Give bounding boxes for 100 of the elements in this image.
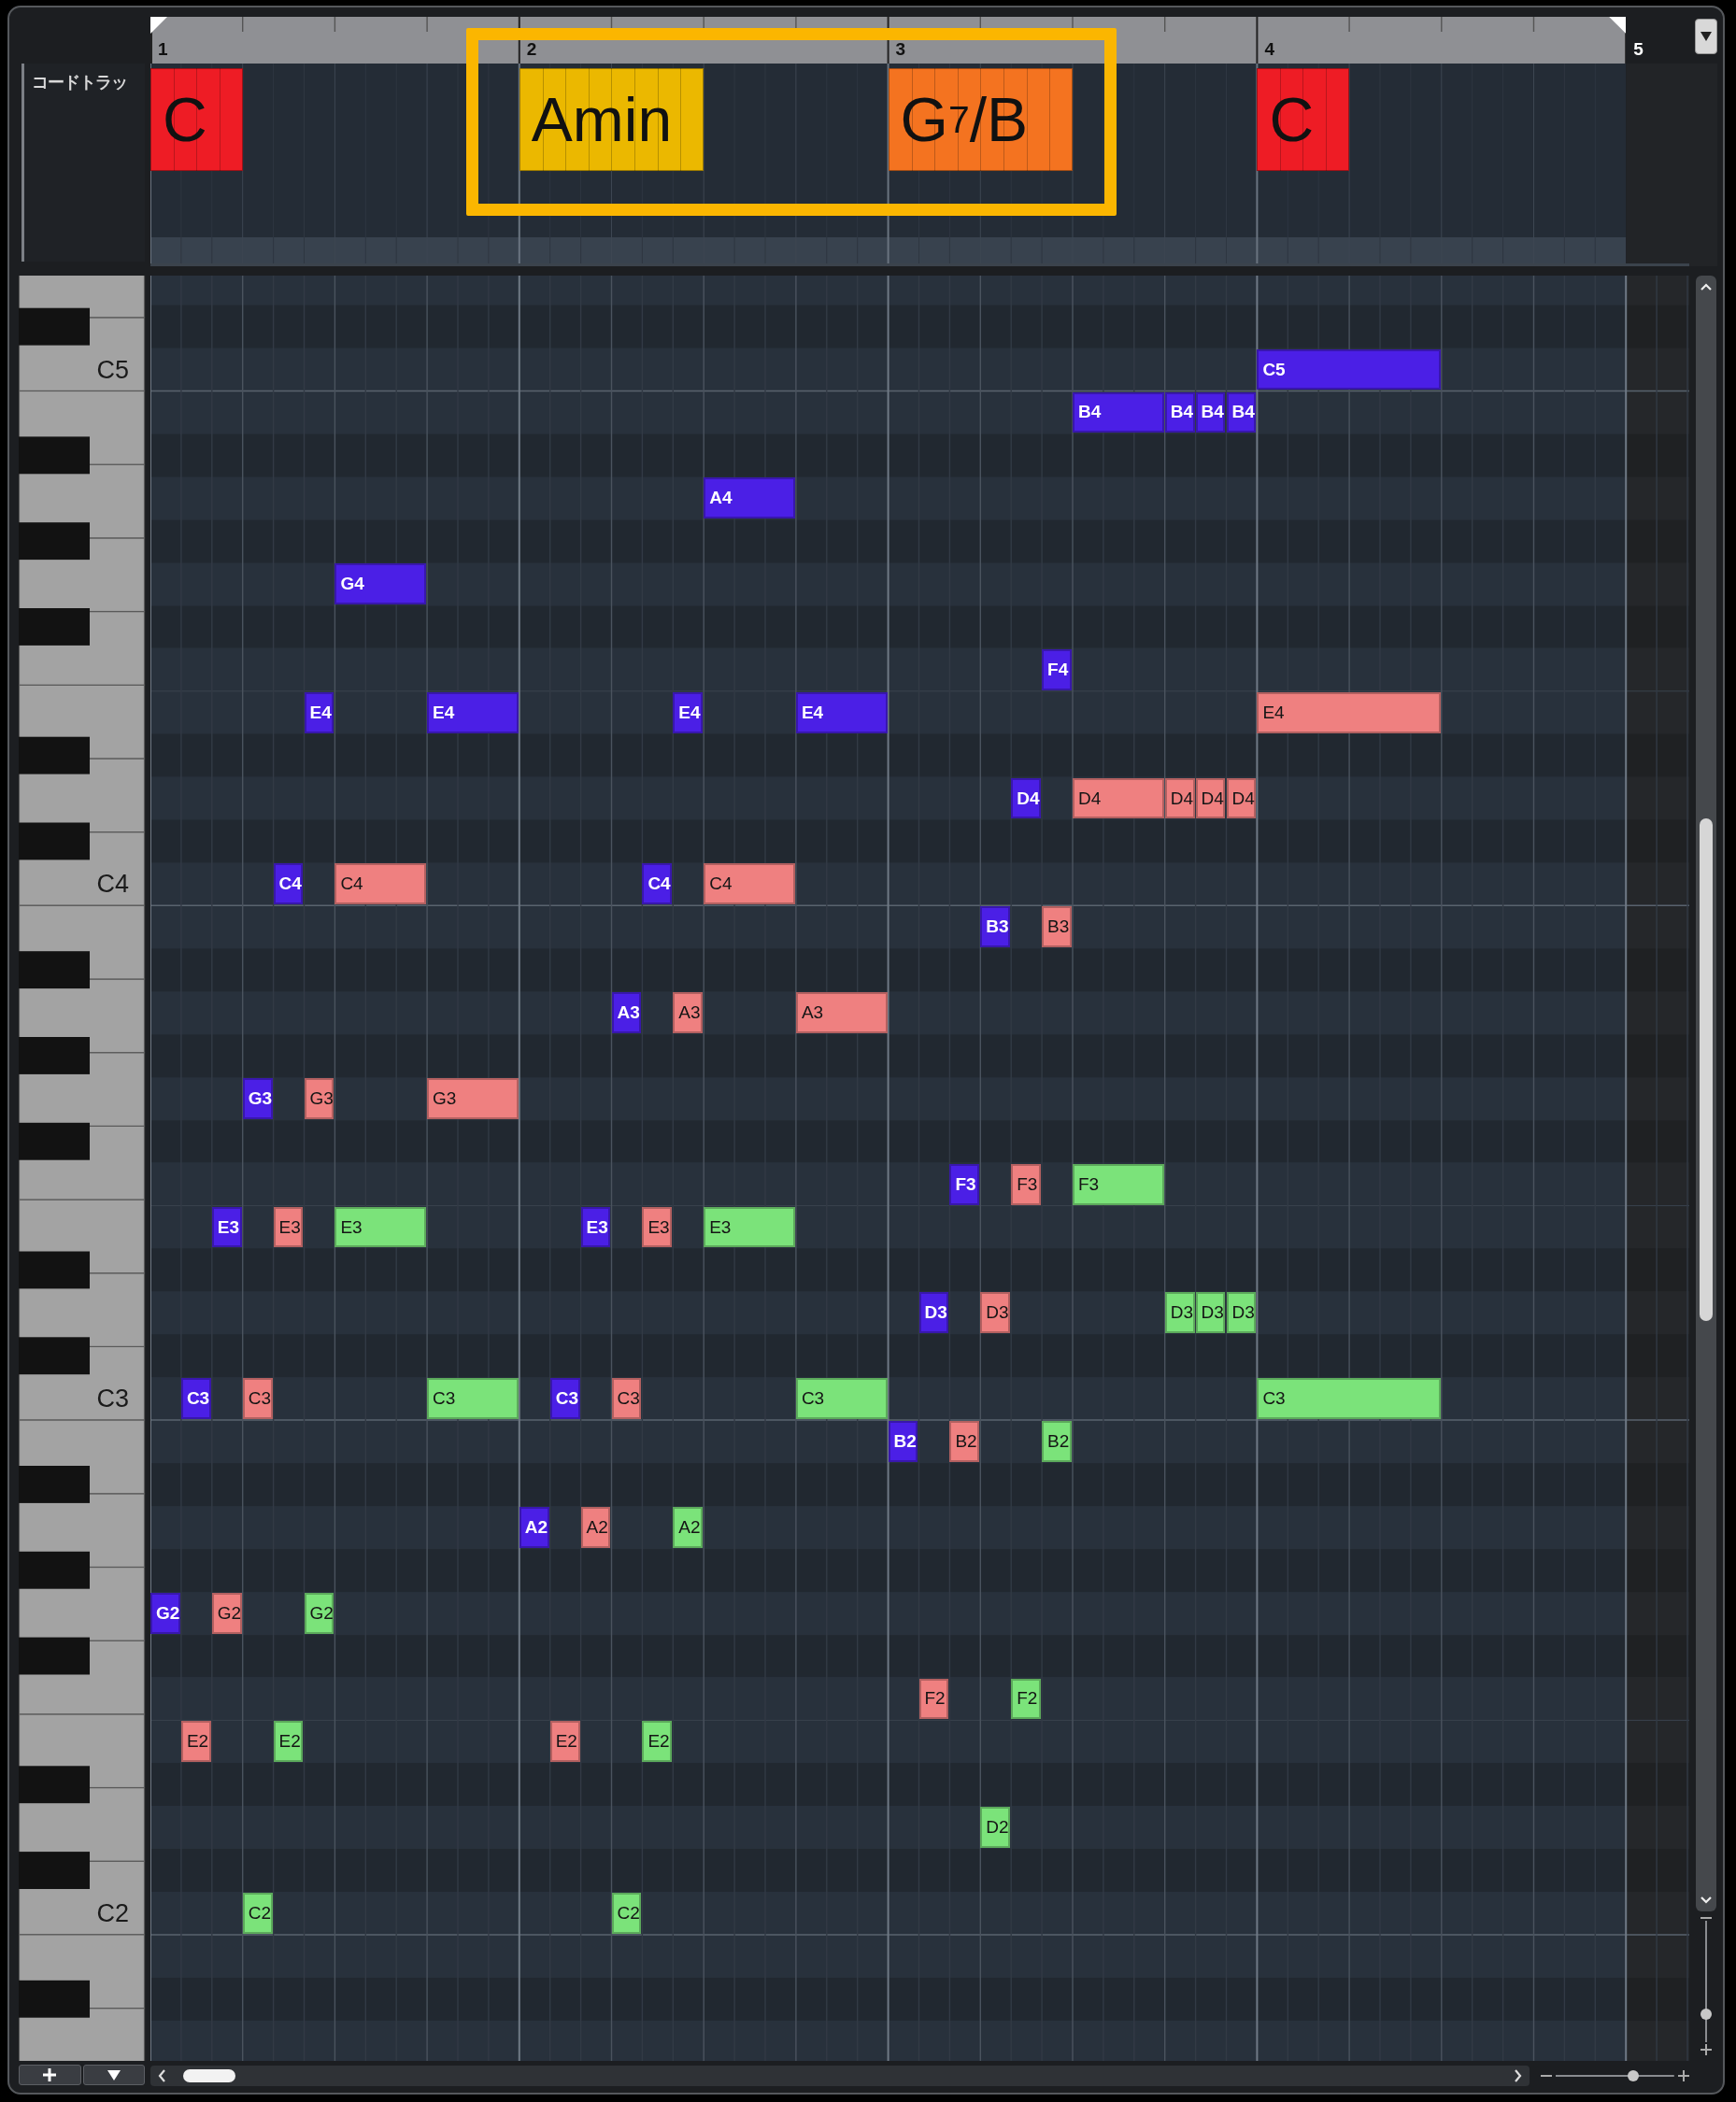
note-event[interactable]: B2 <box>1042 1421 1072 1462</box>
piano-keyboard[interactable]: C5 C4 C3 C2 <box>19 276 150 2061</box>
note-event[interactable]: C4 <box>704 863 795 905</box>
piano-key[interactable] <box>19 1980 90 2018</box>
note-event[interactable]: G3 <box>427 1077 519 1119</box>
chevron-up-icon[interactable] <box>1700 283 1712 291</box>
note-event[interactable]: A3 <box>611 992 642 1033</box>
piano-key[interactable] <box>19 1337 90 1375</box>
note-event[interactable]: B4 <box>1073 391 1164 433</box>
chord-event[interactable]: C <box>150 68 243 171</box>
note-event[interactable]: E2 <box>549 1721 580 1763</box>
chevron-down-icon[interactable] <box>1700 1896 1712 1904</box>
locator-marker[interactable] <box>1609 17 1627 34</box>
note-event[interactable]: B4 <box>1195 391 1226 433</box>
note-event[interactable]: E3 <box>273 1206 304 1248</box>
note-event[interactable]: F3 <box>949 1163 980 1205</box>
note-event[interactable]: C3 <box>611 1378 642 1420</box>
note-event[interactable]: F2 <box>1011 1678 1042 1720</box>
piano-key[interactable] <box>19 1122 90 1160</box>
note-event[interactable]: C3 <box>242 1378 273 1420</box>
note-event[interactable]: C2 <box>242 1893 273 1934</box>
note-event[interactable]: G4 <box>334 563 427 604</box>
note-event[interactable]: E3 <box>642 1206 673 1248</box>
scrollbar-thumb[interactable] <box>1700 818 1713 1321</box>
note-event[interactable]: E3 <box>580 1206 611 1248</box>
piano-key[interactable] <box>19 1251 90 1289</box>
vertical-scrollbar[interactable] <box>1696 276 1716 1911</box>
note-event[interactable]: B3 <box>1042 906 1072 948</box>
note-event[interactable]: F2 <box>918 1678 949 1720</box>
note-event[interactable]: A2 <box>519 1506 549 1548</box>
note-event[interactable]: C3 <box>795 1378 888 1420</box>
note-event[interactable]: C3 <box>1257 1378 1441 1420</box>
chevron-left-icon[interactable] <box>158 2069 166 2082</box>
chord-event[interactable]: C <box>1257 68 1350 171</box>
slider-thumb[interactable] <box>1627 2070 1639 2081</box>
note-event[interactable]: G2 <box>304 1592 334 1634</box>
note-event[interactable]: C4 <box>273 863 304 905</box>
note-event[interactable]: D4 <box>1073 777 1164 819</box>
note-event[interactable]: D3 <box>980 1292 1011 1334</box>
note-event[interactable]: A2 <box>673 1506 704 1548</box>
note-event[interactable]: D2 <box>980 1807 1011 1849</box>
note-event[interactable]: G2 <box>211 1592 242 1634</box>
note-event[interactable]: B2 <box>888 1421 918 1462</box>
note-event[interactable]: D4 <box>1195 777 1226 819</box>
add-button[interactable] <box>19 2065 81 2085</box>
piano-key[interactable] <box>19 1766 90 1804</box>
note-event[interactable]: E2 <box>180 1721 211 1763</box>
locator-marker[interactable] <box>150 17 167 34</box>
note-event[interactable]: E4 <box>427 691 519 733</box>
chord-event[interactable]: G$^{7}$/B <box>888 68 1073 171</box>
note-event[interactable]: C4 <box>334 863 427 905</box>
piano-key[interactable] <box>19 822 90 860</box>
note-event[interactable]: D4 <box>1011 777 1042 819</box>
note-event[interactable]: B4 <box>1164 391 1195 433</box>
minus-icon[interactable] <box>1541 2075 1553 2077</box>
dropdown-button[interactable] <box>82 2065 145 2085</box>
note-event[interactable]: E4 <box>795 691 888 733</box>
note-event[interactable]: A4 <box>704 477 795 519</box>
note-event[interactable]: D3 <box>918 1292 949 1334</box>
chevron-right-icon[interactable] <box>1514 2069 1523 2082</box>
scrollbar-thumb[interactable] <box>183 2069 235 2082</box>
slider-thumb[interactable] <box>1700 2008 1712 2020</box>
note-event[interactable]: E2 <box>642 1721 673 1763</box>
note-event[interactable]: C3 <box>549 1378 580 1420</box>
note-event[interactable]: E2 <box>273 1721 304 1763</box>
note-event[interactable]: D3 <box>1195 1292 1226 1334</box>
note-event[interactable]: B2 <box>949 1421 980 1462</box>
note-event[interactable]: C5 <box>1257 348 1441 391</box>
note-event[interactable]: G2 <box>150 1592 180 1634</box>
note-event[interactable]: C3 <box>180 1378 211 1420</box>
note-event[interactable]: G3 <box>304 1077 334 1119</box>
piano-key[interactable] <box>19 522 90 561</box>
chord-event[interactable]: Amin <box>519 68 704 171</box>
note-event[interactable]: F3 <box>1073 1163 1164 1205</box>
note-event[interactable]: E3 <box>334 1206 427 1248</box>
note-event[interactable]: D3 <box>1226 1292 1257 1334</box>
note-event[interactable]: C3 <box>427 1378 519 1420</box>
note-event[interactable]: C2 <box>611 1893 642 1934</box>
menu-button[interactable] <box>1695 19 1717 54</box>
note-event[interactable]: E4 <box>304 691 334 733</box>
note-event[interactable]: B4 <box>1226 391 1257 433</box>
note-event[interactable]: C4 <box>642 863 673 905</box>
note-event[interactable]: G3 <box>242 1077 273 1119</box>
note-event[interactable]: D4 <box>1164 777 1195 819</box>
piano-key[interactable] <box>19 1637 90 1675</box>
horizontal-scrollbar[interactable] <box>150 2066 1530 2086</box>
note-event[interactable]: E4 <box>1257 691 1441 733</box>
piano-key[interactable] <box>19 1551 90 1589</box>
piano-key[interactable] <box>19 436 90 475</box>
note-event[interactable]: E4 <box>673 691 704 733</box>
piano-key[interactable] <box>19 276 146 319</box>
note-event[interactable]: D4 <box>1226 777 1257 819</box>
note-event[interactable]: A2 <box>580 1506 611 1548</box>
note-event[interactable]: F4 <box>1042 648 1072 690</box>
piano-key[interactable] <box>19 951 90 989</box>
note-event[interactable]: E3 <box>211 1206 242 1248</box>
piano-key[interactable] <box>19 736 90 774</box>
note-event[interactable]: B3 <box>980 906 1011 948</box>
note-event[interactable]: A3 <box>673 992 704 1033</box>
note-grid[interactable] <box>150 276 1689 2061</box>
